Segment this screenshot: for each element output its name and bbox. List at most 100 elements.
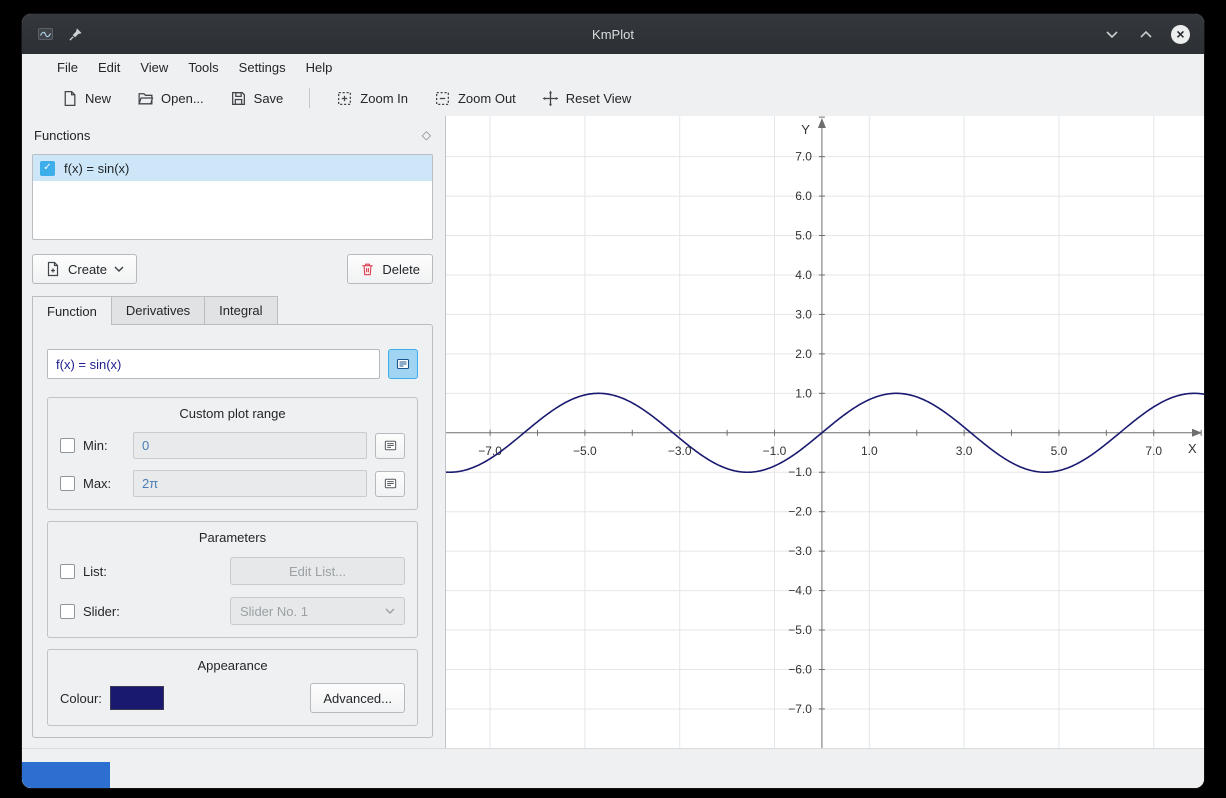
zoom-out-button[interactable]: Zoom Out [425,85,525,112]
function-visibility-checkbox[interactable]: ✓ [40,161,55,176]
functions-panel-header: Functions ◇ [32,122,433,148]
svg-text:−1.0: −1.0 [788,465,812,479]
minimize-button[interactable] [1103,25,1121,43]
parameters-group: Parameters List: Edit List... [47,521,418,638]
plot-area[interactable]: −7.0−5.0−3.0−1.01.03.05.07.07.06.05.04.0… [446,116,1204,748]
colour-label: Colour: [60,691,102,706]
equation-editor-icon [395,356,411,372]
maximize-button[interactable] [1137,25,1155,43]
parameter-slider-checkbox[interactable] [60,604,75,619]
svg-text:−6.0: −6.0 [788,662,812,676]
menubar: File Edit View Tools Settings Help [22,54,1204,80]
parameters-title: Parameters [60,530,405,545]
titlebar: KmPlot × [22,14,1204,54]
svg-text:3.0: 3.0 [956,444,973,458]
svg-text:2.0: 2.0 [795,347,812,361]
svg-text:7.0: 7.0 [795,150,812,164]
chevron-down-icon [114,266,124,272]
min-label: Min: [83,438,125,453]
svg-text:−4.0: −4.0 [788,584,812,598]
close-button[interactable]: × [1171,25,1190,44]
max-checkbox[interactable] [60,476,75,491]
min-editor-button[interactable] [375,433,405,459]
min-input [133,432,367,459]
functions-panel: Functions ◇ ✓ f(x) = sin(x) Create Delet… [22,116,446,748]
svg-text:−7.0: −7.0 [478,444,502,458]
svg-text:1.0: 1.0 [861,444,878,458]
svg-text:3.0: 3.0 [795,307,812,321]
zoom-in-icon [336,90,353,107]
equation-editor-icon [383,438,398,453]
reset-view-button[interactable]: Reset View [533,85,641,112]
new-button[interactable]: New [52,85,120,112]
delete-button[interactable]: Delete [347,254,433,284]
menu-edit[interactable]: Edit [89,57,129,78]
custom-plot-range-title: Custom plot range [60,406,405,421]
function-list[interactable]: ✓ f(x) = sin(x) [32,154,433,240]
float-panel-button[interactable]: ◇ [422,128,431,142]
function-tabs: Function Derivatives Integral [32,296,433,324]
menu-tools[interactable]: Tools [179,57,227,78]
create-button[interactable]: Create [32,254,137,284]
tab-derivatives[interactable]: Derivatives [112,296,205,324]
menu-help[interactable]: Help [297,57,342,78]
colour-swatch[interactable] [110,686,164,710]
chevron-down-icon [1105,30,1119,39]
chevron-up-icon [1139,30,1153,39]
slider-combobox: Slider No. 1 [230,597,405,625]
svg-text:−3.0: −3.0 [788,544,812,558]
equation-editor-icon [383,476,398,491]
custom-plot-range-group: Custom plot range Min: Max: [47,397,418,510]
toolbar-separator [309,88,310,108]
functions-panel-title: Functions [34,128,90,143]
min-checkbox[interactable] [60,438,75,453]
chevron-down-icon [385,608,395,614]
tab-function[interactable]: Function [32,296,112,325]
create-function-icon [45,261,61,277]
appearance-title: Appearance [60,658,405,673]
parameter-slider-label: Slider: [83,604,120,619]
max-editor-button[interactable] [375,471,405,497]
svg-text:7.0: 7.0 [1145,444,1162,458]
save-button[interactable]: Save [221,85,293,112]
svg-text:Y: Y [801,122,810,137]
slider-combobox-value: Slider No. 1 [240,604,308,619]
close-icon: × [1176,27,1184,41]
equation-editor-button[interactable] [388,349,418,379]
pin-icon[interactable] [66,25,84,43]
svg-text:5.0: 5.0 [795,229,812,243]
parameter-list-label: List: [83,564,107,579]
toolbar: New Open... Save Zoom In Zoom Out Reset … [22,80,1204,116]
svg-text:1.0: 1.0 [795,386,812,400]
tab-integral[interactable]: Integral [205,296,277,324]
parameter-list-checkbox[interactable] [60,564,75,579]
trash-icon [360,261,375,277]
menu-view[interactable]: View [131,57,177,78]
svg-text:X: X [1188,441,1197,456]
svg-text:−7.0: −7.0 [788,702,812,716]
edit-list-button: Edit List... [230,557,405,585]
open-folder-icon [137,90,154,107]
save-icon [230,90,247,107]
svg-text:4.0: 4.0 [795,268,812,282]
svg-text:−5.0: −5.0 [788,623,812,637]
zoom-in-button[interactable]: Zoom In [327,85,417,112]
kmplot-window: KmPlot × File Edit View Tools Settings H… [22,14,1204,788]
svg-text:−2.0: −2.0 [788,505,812,519]
svg-text:−1.0: −1.0 [763,444,787,458]
plot-canvas[interactable]: −7.0−5.0−3.0−1.01.03.05.07.07.06.05.04.0… [446,116,1204,748]
advanced-button[interactable]: Advanced... [310,683,405,713]
diamond-icon: ◇ [422,128,431,142]
menu-file[interactable]: File [48,57,87,78]
app-icon[interactable] [36,25,54,43]
appearance-group: Appearance Colour: Advanced... [47,649,418,726]
menu-settings[interactable]: Settings [230,57,295,78]
equation-input[interactable] [47,349,380,379]
max-input [133,470,367,497]
svg-text:6.0: 6.0 [795,189,812,203]
svg-text:−5.0: −5.0 [573,444,597,458]
function-list-item[interactable]: ✓ f(x) = sin(x) [33,155,432,181]
open-button[interactable]: Open... [128,85,213,112]
function-list-item-label: f(x) = sin(x) [64,161,129,176]
status-bar [22,748,1204,788]
